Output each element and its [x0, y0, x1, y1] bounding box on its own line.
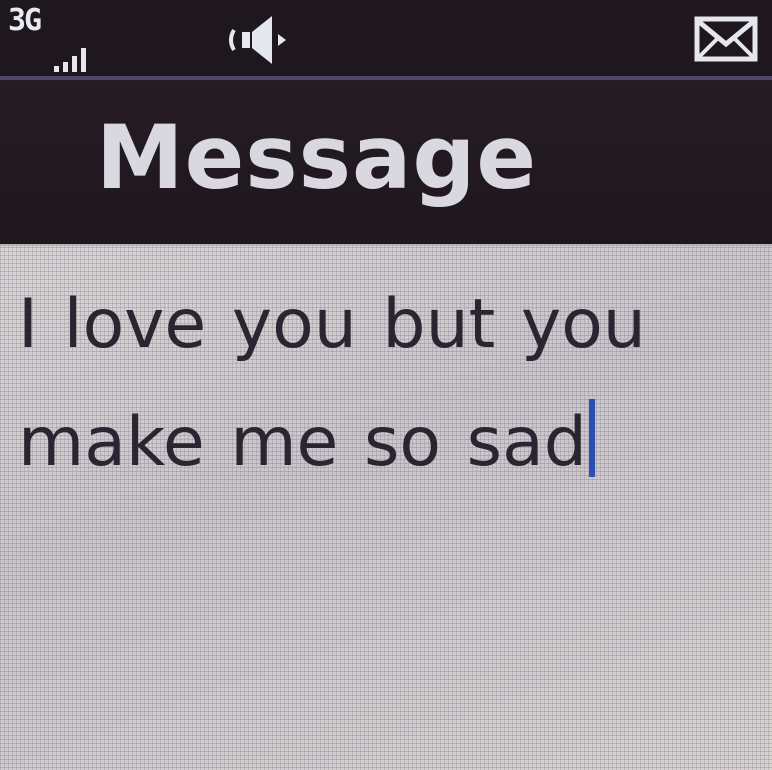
- message-text: I love you but you make me so sad: [18, 285, 646, 482]
- page-title: Message: [96, 106, 538, 209]
- signal-bars-icon: [54, 48, 86, 72]
- title-bar: Message: [0, 80, 772, 244]
- envelope-icon: [694, 16, 758, 62]
- network-type-indicator: 3G: [8, 3, 42, 38]
- speaker-icon: [229, 16, 286, 64]
- text-cursor: [588, 399, 595, 477]
- status-bar: 3G: [0, 0, 772, 80]
- message-body[interactable]: I love you but you make me so sad: [18, 266, 758, 502]
- phone-screen: 3G Message I love you but you make me so…: [0, 0, 772, 770]
- message-compose-field[interactable]: I love you but you make me so sad: [0, 244, 772, 770]
